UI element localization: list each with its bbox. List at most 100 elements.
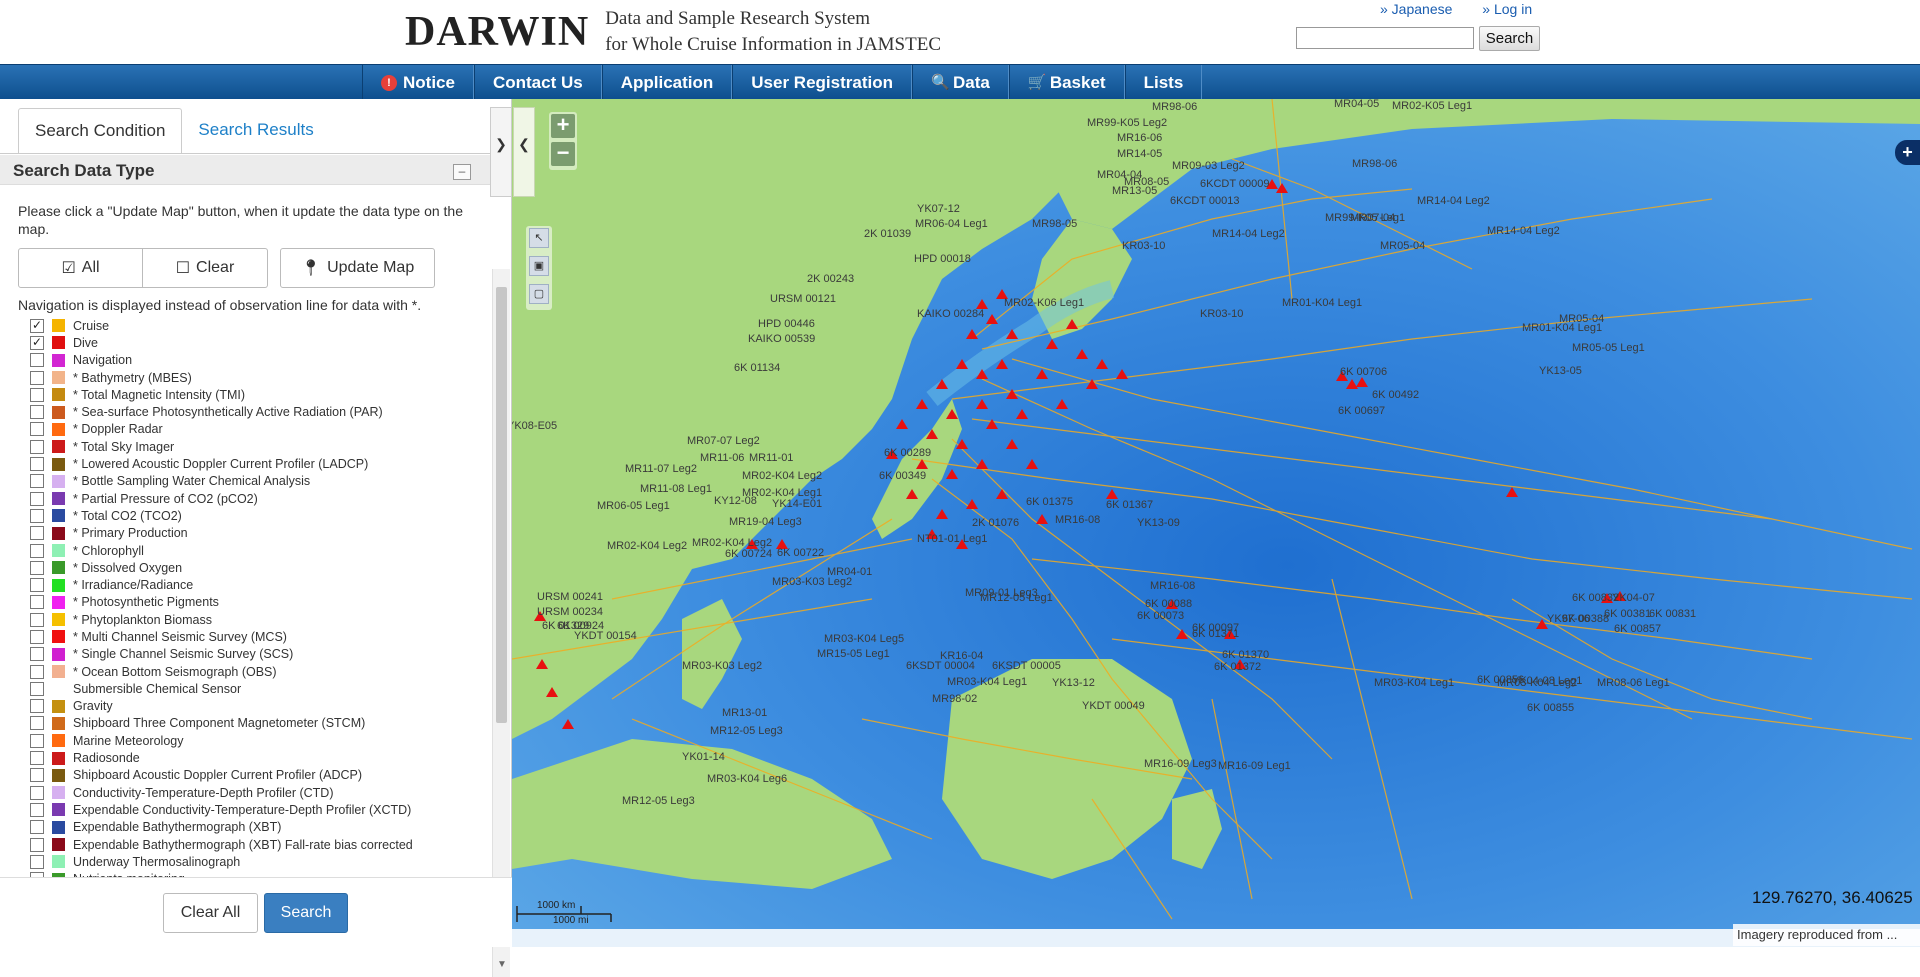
data-type-row[interactable]: Underway Thermosalinograph bbox=[30, 853, 490, 870]
data-type-row[interactable]: * Irradiance/Radiance bbox=[30, 576, 490, 593]
collapse-panel-toggle[interactable]: ❯ bbox=[490, 107, 512, 197]
data-type-row[interactable]: Shipboard Acoustic Doppler Current Profi… bbox=[30, 767, 490, 784]
data-type-row[interactable]: Shipboard Three Component Magnetometer (… bbox=[30, 715, 490, 732]
japanese-link[interactable]: » Japanese bbox=[1380, 1, 1452, 17]
select-all-label: All bbox=[81, 259, 100, 276]
checkbox-unchecked[interactable] bbox=[30, 733, 44, 748]
data-type-row[interactable]: * Dissolved Oxygen bbox=[30, 559, 490, 576]
site-search-button[interactable]: Search bbox=[1479, 26, 1540, 51]
checkbox-unchecked[interactable] bbox=[30, 595, 44, 610]
checkbox-unchecked[interactable] bbox=[30, 353, 44, 368]
login-link[interactable]: » Log in bbox=[1482, 1, 1532, 17]
checkbox-unchecked[interactable] bbox=[30, 526, 44, 541]
data-type-row[interactable]: * Ocean Bottom Seismograph (OBS) bbox=[30, 663, 490, 680]
nav-application[interactable]: Application bbox=[601, 65, 733, 100]
checkbox-unchecked[interactable] bbox=[30, 491, 44, 506]
tab-search-condition[interactable]: Search Condition bbox=[18, 108, 183, 154]
checkbox-unchecked[interactable] bbox=[30, 664, 44, 679]
checkbox-unchecked[interactable] bbox=[30, 716, 44, 731]
checkbox-unchecked[interactable] bbox=[30, 405, 44, 420]
zoom-out-button[interactable]: − bbox=[551, 142, 575, 166]
checkbox-unchecked[interactable] bbox=[30, 457, 44, 472]
nav-basket[interactable]: 🛒 Basket bbox=[1008, 65, 1125, 100]
checkbox-unchecked[interactable] bbox=[30, 387, 44, 402]
collapse-button[interactable]: – bbox=[453, 164, 471, 180]
data-type-row[interactable]: * Multi Channel Seismic Survey (MCS) bbox=[30, 628, 490, 645]
checkbox-unchecked[interactable] bbox=[30, 422, 44, 437]
data-type-row[interactable]: Navigation bbox=[30, 352, 490, 369]
map-view[interactable]: MR04-05 MR02-K05 Leg1 MR98-06 MR99-K05 Leg2… bbox=[512, 99, 1920, 947]
checkbox-unchecked[interactable] bbox=[30, 751, 44, 766]
data-type-row[interactable]: * Total Sky Imager bbox=[30, 438, 490, 455]
checkbox-unchecked[interactable] bbox=[30, 802, 44, 817]
checkbox-unchecked[interactable] bbox=[30, 681, 44, 696]
data-type-row[interactable]: Gravity bbox=[30, 698, 490, 715]
nav-data[interactable]: 🔍 Data bbox=[911, 65, 1009, 100]
data-type-row[interactable]: * Photosynthetic Pigments bbox=[30, 594, 490, 611]
data-type-row[interactable]: ✓ Dive bbox=[30, 334, 490, 351]
panel-scrollbar[interactable]: ▼ bbox=[492, 269, 510, 977]
data-type-row[interactable]: * Phytoplankton Biomass bbox=[30, 611, 490, 628]
data-type-row[interactable]: * Primary Production bbox=[30, 525, 490, 542]
nav-user-registration[interactable]: User Registration bbox=[732, 65, 912, 100]
data-type-row[interactable]: * Bottle Sampling Water Chemical Analysi… bbox=[30, 473, 490, 490]
darwin-logo[interactable]: DARWIN Data and Sample Research System f… bbox=[375, 0, 995, 64]
checkbox-unchecked[interactable] bbox=[30, 578, 44, 593]
checkbox-unchecked[interactable] bbox=[30, 474, 44, 489]
data-type-row[interactable]: Expendable Bathythermograph (XBT) bbox=[30, 819, 490, 836]
data-type-row[interactable]: Submersible Chemical Sensor bbox=[30, 680, 490, 697]
logo-sub-line2: for Whole Cruise Information in JAMSTEC bbox=[605, 34, 942, 55]
checkbox-unchecked[interactable] bbox=[30, 785, 44, 800]
checkbox-unchecked[interactable] bbox=[30, 647, 44, 662]
checkbox-unchecked[interactable] bbox=[30, 699, 44, 714]
add-box-tool-icon[interactable]: ▣ bbox=[529, 256, 549, 276]
checkbox-unchecked[interactable] bbox=[30, 854, 44, 869]
update-map-button[interactable]: 📍︎ Update Map bbox=[280, 248, 435, 288]
data-type-row[interactable]: * Total CO2 (TCO2) bbox=[30, 507, 490, 524]
nav-notice[interactable]: ! Notice bbox=[362, 65, 474, 100]
checkbox-unchecked[interactable] bbox=[30, 820, 44, 835]
checkbox-checked[interactable]: ✓ bbox=[30, 318, 44, 333]
expand-panel-toggle[interactable]: ❮ bbox=[513, 107, 535, 197]
tab-search-results[interactable]: Search Results bbox=[182, 108, 329, 154]
checkbox-unchecked[interactable] bbox=[30, 543, 44, 558]
checkbox-unchecked[interactable] bbox=[30, 629, 44, 644]
checkbox-unchecked[interactable] bbox=[30, 768, 44, 783]
data-type-row[interactable]: * Partial Pressure of CO2 (pCO2) bbox=[30, 490, 490, 507]
checkbox-checked[interactable]: ✓ bbox=[30, 335, 44, 350]
data-type-row[interactable]: Marine Meteorology bbox=[30, 732, 490, 749]
data-type-row[interactable]: * Lowered Acoustic Doppler Current Profi… bbox=[30, 455, 490, 472]
data-type-row[interactable]: * Bathymetry (MBES) bbox=[30, 369, 490, 386]
data-type-row[interactable]: Conductivity-Temperature-Depth Profiler … bbox=[30, 784, 490, 801]
data-type-row[interactable]: Radiosonde bbox=[30, 749, 490, 766]
nav-contact[interactable]: Contact Us bbox=[473, 65, 602, 100]
data-type-row[interactable]: * Total Magnetic Intensity (TMI) bbox=[30, 386, 490, 403]
data-type-row[interactable]: * Chlorophyll bbox=[30, 542, 490, 559]
clear-all-button[interactable]: Clear All bbox=[163, 893, 258, 933]
checkbox-unchecked[interactable] bbox=[30, 439, 44, 454]
remove-box-tool-icon[interactable]: ▢ bbox=[529, 284, 549, 304]
data-type-row[interactable]: ✓ Cruise bbox=[30, 317, 490, 334]
scroll-down-icon[interactable]: ▼ bbox=[497, 959, 507, 970]
checkbox-unchecked[interactable] bbox=[30, 560, 44, 575]
checkbox-unchecked[interactable] bbox=[30, 837, 44, 852]
data-type-row[interactable]: Expendable Conductivity-Temperature-Dept… bbox=[30, 801, 490, 818]
data-type-row[interactable]: Expendable Bathythermograph (XBT) Fall-r… bbox=[30, 836, 490, 853]
map-track-label: KAIKO 00284 bbox=[917, 308, 984, 320]
select-all-button[interactable]: ☑ All bbox=[18, 248, 143, 288]
search-button[interactable]: Search bbox=[264, 893, 348, 933]
site-search-input[interactable] bbox=[1296, 27, 1474, 49]
scroll-thumb[interactable] bbox=[496, 287, 507, 723]
map-canvas[interactable]: MR04-05 MR02-K05 Leg1 MR98-06 MR99-K05 Leg2… bbox=[512, 99, 1920, 947]
zoom-in-button[interactable]: + bbox=[551, 114, 575, 138]
data-type-row[interactable]: * Single Channel Seismic Survey (SCS) bbox=[30, 646, 490, 663]
pointer-tool-icon[interactable]: ↖ bbox=[529, 228, 549, 248]
clear-selection-button[interactable]: ☐ Clear bbox=[143, 248, 268, 288]
checkbox-unchecked[interactable] bbox=[30, 508, 44, 523]
checkbox-unchecked[interactable] bbox=[30, 612, 44, 627]
checkbox-unchecked[interactable] bbox=[30, 370, 44, 385]
nav-lists[interactable]: Lists bbox=[1124, 65, 1203, 100]
data-type-row[interactable]: * Sea-surface Photosynthetically Active … bbox=[30, 403, 490, 420]
layer-switcher-button[interactable]: + bbox=[1895, 140, 1920, 165]
data-type-row[interactable]: * Doppler Radar bbox=[30, 421, 490, 438]
